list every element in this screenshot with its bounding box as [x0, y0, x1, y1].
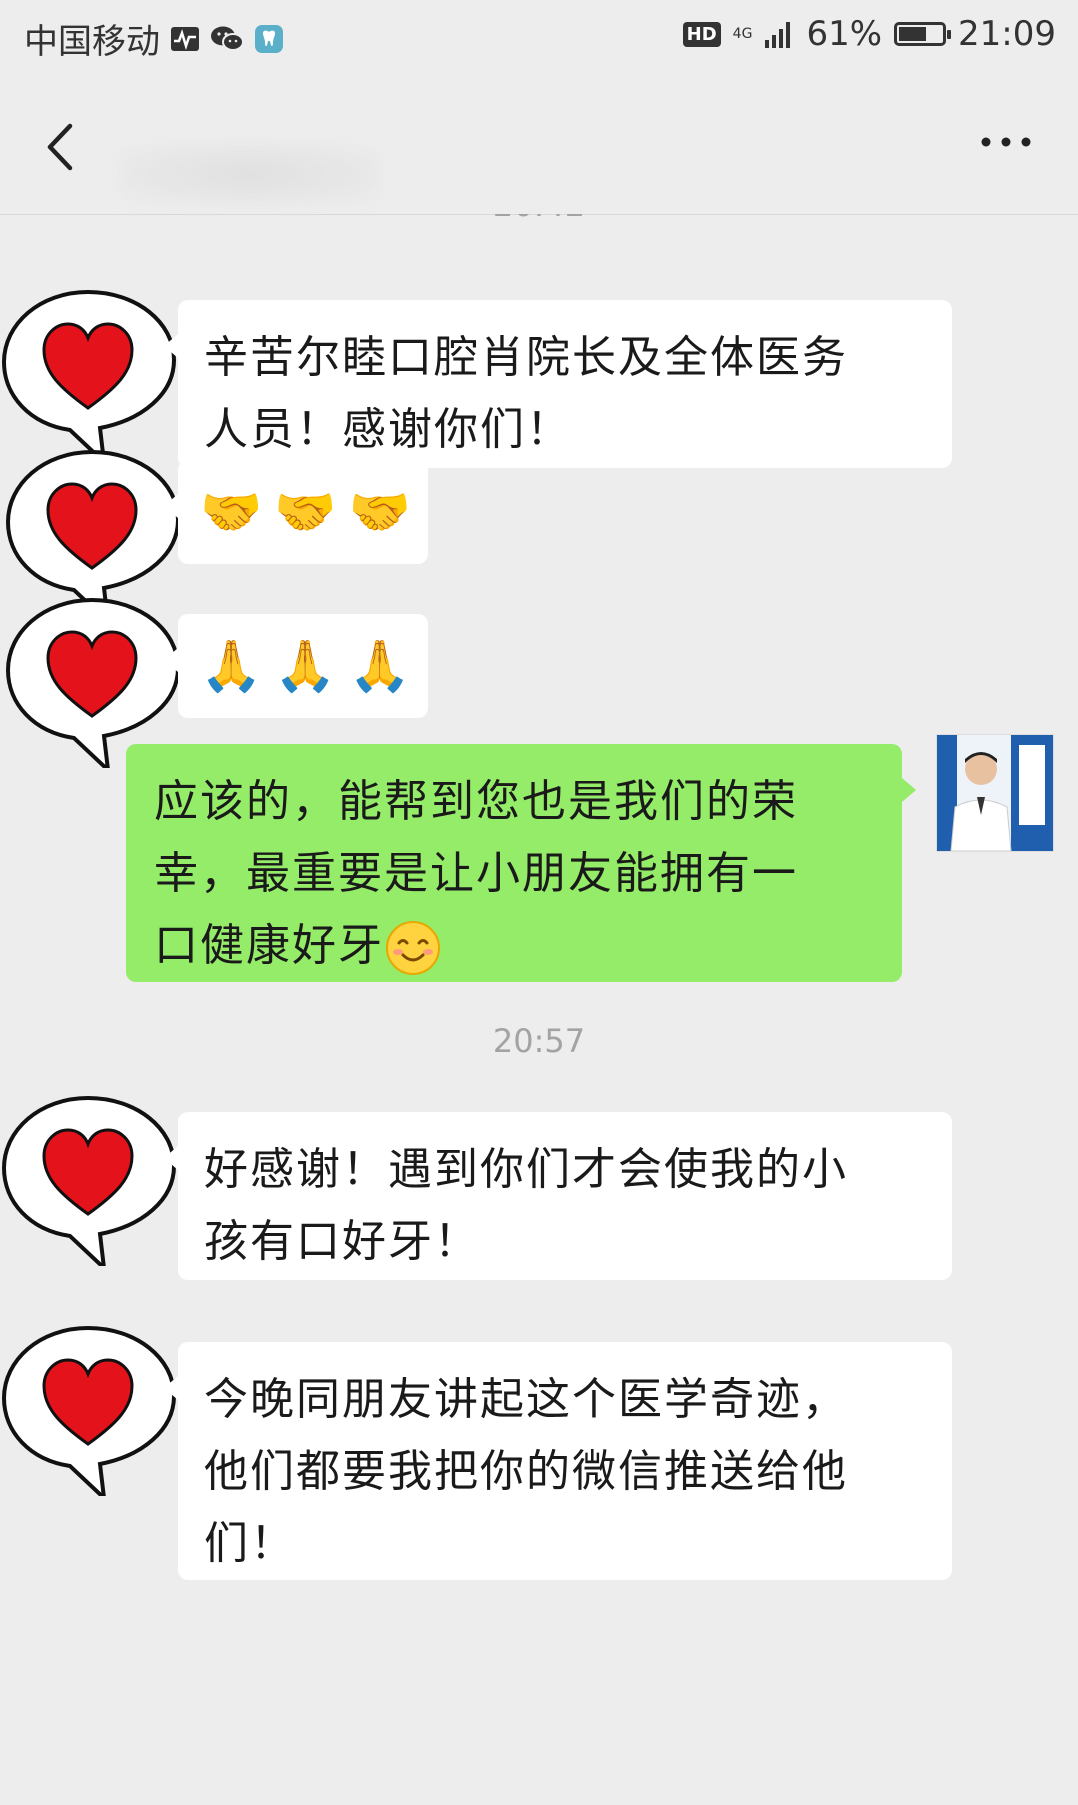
message-text-line: 辛苦尔睦口腔肖院长及全体医务 — [204, 332, 848, 383]
chat-header — [0, 72, 1078, 215]
emoji-row: 🤝 🤝 🤝 — [200, 470, 411, 548]
chat-messages[interactable]: 20:42 辛苦尔睦口腔肖院长及全体医务 人员！感谢你们！ 🤝 🤝 🤝 🙏 🙏 … — [0, 214, 1078, 1805]
timestamp: 20:42 — [0, 214, 1078, 224]
message-text-line: 人员！感谢你们！ — [204, 404, 572, 455]
heart-avatar-icon[interactable] — [0, 1090, 176, 1266]
signal-icon — [765, 22, 791, 48]
heart-avatar-icon[interactable] — [0, 284, 176, 460]
ellipsis-icon[interactable] — [976, 122, 1036, 162]
message-text-line: 好感谢！遇到你们才会使我的小 — [204, 1144, 848, 1195]
handshake-emoji: 🤝 — [348, 483, 413, 541]
dental-app-icon — [255, 24, 283, 53]
handshake-emoji: 🤝 — [274, 483, 339, 541]
smiling-face-emoji — [386, 921, 440, 975]
network-type: 4G — [732, 26, 753, 42]
message-bubble-received[interactable]: 辛苦尔睦口腔肖院长及全体医务 人员！感谢你们！ — [164, 300, 952, 468]
doctor-avatar[interactable] — [936, 734, 1054, 852]
pray-emoji: 🙏 — [200, 637, 265, 695]
carrier-name: 中国移动 — [24, 22, 160, 62]
chat-title-redacted — [120, 144, 380, 204]
message-bubble-received[interactable]: 🙏 🙏 🙏 — [164, 614, 428, 718]
handshake-emoji: 🤝 — [200, 483, 265, 541]
emoji-row: 🙏 🙏 🙏 — [200, 624, 411, 702]
battery-fill — [899, 27, 927, 41]
pray-emoji: 🙏 — [348, 637, 413, 695]
doctor-avatar-image — [937, 735, 1053, 851]
wechat-icon — [211, 26, 244, 51]
message-text: 口健康好牙 — [154, 920, 384, 971]
status-left: 中国移动 — [24, 14, 284, 63]
battery-percent: 61% — [806, 14, 883, 54]
message-bubble-received[interactable]: 好感谢！遇到你们才会使我的小 孩有口好牙！ — [164, 1112, 952, 1280]
heart-avatar-icon[interactable] — [0, 1320, 176, 1496]
chevron-left-icon[interactable] — [40, 112, 80, 182]
message-bubble-received[interactable]: 🤝 🤝 🤝 — [164, 460, 428, 564]
hd-badge: HD — [682, 21, 721, 47]
status-bar: 中国移动 HD 4G 61% 21:09 — [0, 0, 1078, 72]
message-text-line: 口健康好牙 — [154, 910, 874, 982]
message-text-line: 孩有口好牙！ — [204, 1216, 480, 1267]
clock: 21:09 — [958, 14, 1056, 54]
message-text-line: 他们都要我把你的微信推送给他 — [204, 1446, 848, 1497]
battery-icon — [894, 22, 952, 46]
activity-icon — [171, 26, 199, 51]
timestamp: 20:57 — [492, 1022, 586, 1060]
message-text-line: 今晚同朋友讲起这个医学奇迹， — [204, 1374, 848, 1425]
status-right: HD 4G 61% 21:09 — [682, 14, 1056, 54]
message-text-line: 应该的，能帮到您也是我们的荣 — [154, 776, 798, 827]
message-text-line: 幸，最重要是让小朋友能拥有一 — [154, 848, 798, 899]
pray-emoji: 🙏 — [274, 637, 339, 695]
message-text-line: 们！ — [204, 1518, 296, 1569]
message-bubble-received[interactable]: 今晚同朋友讲起这个医学奇迹， 他们都要我把你的微信推送给他 们！ — [164, 1342, 952, 1580]
heart-avatar-icon[interactable] — [4, 592, 180, 768]
message-bubble-sent[interactable]: 应该的，能帮到您也是我们的荣 幸，最重要是让小朋友能拥有一 口健康好牙 — [126, 744, 916, 982]
